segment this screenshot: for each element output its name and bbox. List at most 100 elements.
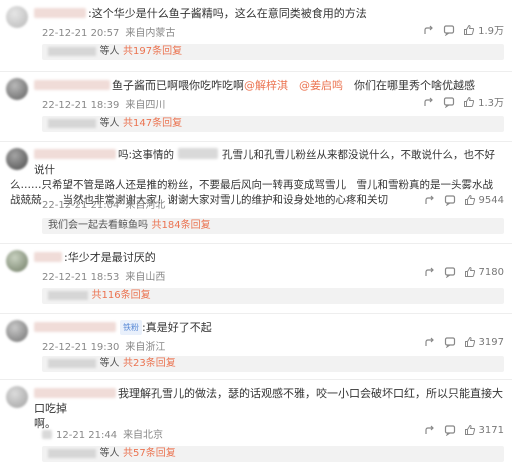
comment-line: 我理解孔雪儿的做法，瑟的话观感不雅，咬一小口会破坏口红，所以只能直接大口吃掉 [34, 387, 503, 415]
reply-label: 等人 [99, 46, 120, 57]
like-button[interactable]: 1.3万 [463, 94, 504, 109]
thumbs-up-icon [464, 24, 475, 35]
mention-link[interactable]: @解梓淇 [244, 79, 288, 92]
comment-icon[interactable] [443, 96, 455, 108]
thumbs-up-icon [464, 336, 475, 347]
comment-actions: 1.9万 [423, 22, 504, 37]
username-redacted[interactable] [34, 388, 116, 398]
like-button[interactable]: 1.9万 [463, 22, 504, 37]
reply-summary[interactable]: 等人 共197条回复 [42, 44, 504, 60]
thumbs-up-icon [464, 424, 475, 435]
reply-summary[interactable]: 我们会一起去看鲸鱼吗 共184条回复 [42, 218, 504, 234]
reply-users-redacted [48, 359, 96, 368]
comment-meta: 22-12-21 19:30 来自浙江 [42, 338, 171, 353]
comment-location: 来自山西 [125, 272, 166, 283]
comment-item: 铁粉:真是好了不起 22-12-21 19:30 来自浙江 3197 等人 共23… [0, 314, 512, 380]
comment-time: 22-12-21 21:04 [42, 200, 120, 211]
comment-time: 22-12-21 20:57 [42, 28, 120, 39]
share-icon[interactable] [423, 96, 435, 108]
like-button[interactable]: 3171 [464, 424, 504, 436]
comment-text: 鱼子酱而已啊喂你吃咋吃啊 [112, 79, 244, 92]
comment-icon[interactable] [444, 424, 456, 436]
comment-text: :这个华少是什么鱼子酱精吗，这么在意同类被食用的方法 [88, 7, 367, 20]
comment-meta: 22-12-21 20:57 来自内蒙古 [42, 24, 181, 39]
comment-location: 来自四川 [125, 100, 166, 111]
thumbs-up-icon [464, 194, 475, 205]
like-count: 3171 [478, 424, 504, 436]
comment-time: 12-21 21:44 [56, 430, 118, 441]
comment-time: 22-12-21 18:53 [42, 272, 120, 283]
comment-line: 么……只希望不管是路人还是推的粉丝，不要最后风向一转再变成骂雪儿 雪儿和雪粉真的… [10, 179, 493, 191]
username-redacted[interactable] [34, 80, 110, 90]
comment-actions: 9544 [424, 194, 504, 206]
like-count: 3197 [478, 336, 504, 348]
redacted-text [178, 148, 219, 159]
reply-count-link[interactable]: 共116条回复 [92, 290, 151, 301]
comment-line: 吗:这事情的 孔雪儿和孔雪儿粉丝从来都没说什么，不敢说什么，也不好说什 [34, 148, 496, 176]
reply-count-link[interactable]: 共57条回复 [123, 448, 176, 459]
reply-count-link[interactable]: 共184条回复 [152, 220, 211, 231]
comment-item: 鱼子酱而已啊喂你吃咋吃啊@解梓淇 @姜启鸣 你们在哪里秀个啥优越感 22-12-… [0, 72, 512, 142]
comment-actions: 7180 [424, 266, 504, 278]
mention-link[interactable]: @姜启鸣 [299, 79, 343, 92]
comment-meta: 22-12-21 21:04 来自河北 [42, 196, 171, 211]
reply-label: 等人 [99, 118, 120, 129]
comment-icon[interactable] [444, 266, 456, 278]
comment-location: 来自北京 [123, 430, 164, 441]
comment-text: :真是好了不起 [142, 321, 212, 334]
reply-count-link[interactable]: 共147条回复 [123, 118, 182, 129]
comment-item: 我理解孔雪儿的做法，瑟的话观感不雅，咬一小口会破坏口红，所以只能直接大口吃掉 啊… [0, 380, 512, 471]
comment-actions: 3171 [424, 424, 504, 436]
thumbs-up-icon [464, 266, 475, 277]
avatar[interactable] [6, 320, 28, 342]
like-button[interactable]: 7180 [464, 266, 504, 278]
like-count: 9544 [478, 194, 504, 206]
reply-label: 等人 [99, 448, 120, 459]
like-button[interactable]: 9544 [464, 194, 504, 206]
comment-icon[interactable] [444, 194, 456, 206]
comment-actions: 3197 [424, 336, 504, 348]
reply-summary[interactable]: 共116条回复 [42, 288, 504, 304]
reply-summary[interactable]: 等人 共23条回复 [42, 356, 504, 372]
reply-users-redacted [48, 119, 96, 128]
comment-meta: 12-21 21:44 来自北京 [42, 426, 169, 441]
reply-count-link[interactable]: 共197条回复 [123, 46, 182, 57]
comment-text: :华少才是最讨厌的 [64, 251, 156, 264]
username-redacted[interactable] [34, 252, 62, 262]
like-button[interactable]: 3197 [464, 336, 504, 348]
reply-users-redacted [48, 291, 88, 300]
avatar[interactable] [6, 250, 28, 272]
comment-actions: 1.3万 [423, 94, 504, 109]
comment-icon[interactable] [444, 336, 456, 348]
share-icon[interactable] [424, 194, 436, 206]
comment-text-tail: 你们在哪里秀个啥优越感 [354, 79, 475, 92]
comment-meta: 22-12-21 18:53 来自山西 [42, 268, 171, 283]
share-icon[interactable] [423, 24, 435, 36]
reply-summary[interactable]: 等人 共147条回复 [42, 116, 504, 132]
username-redacted[interactable] [34, 322, 116, 332]
redacted-text [42, 430, 52, 439]
reply-label: 等人 [99, 358, 120, 369]
reply-banner: 我们会一起去看鲸鱼吗 [48, 220, 148, 231]
reply-count-link[interactable]: 共23条回复 [123, 358, 176, 369]
comment-time: 22-12-21 19:30 [42, 342, 120, 353]
comment-item: :华少才是最讨厌的 22-12-21 18:53 来自山西 7180 共116条回… [0, 244, 512, 314]
avatar[interactable] [6, 6, 28, 28]
share-icon[interactable] [424, 424, 436, 436]
avatar[interactable] [6, 78, 28, 100]
comment-location: 来自河北 [125, 200, 166, 211]
fan-badge: 铁粉 [120, 320, 142, 335]
share-icon[interactable] [424, 266, 436, 278]
username-redacted[interactable] [34, 149, 116, 159]
thumbs-up-icon [464, 96, 475, 107]
share-icon[interactable] [424, 336, 436, 348]
avatar[interactable] [6, 148, 28, 170]
comment-time: 22-12-21 18:39 [42, 100, 120, 111]
like-count: 1.3万 [478, 98, 504, 109]
comment-icon[interactable] [443, 24, 455, 36]
reply-summary[interactable]: 等人 共57条回复 [42, 446, 504, 462]
like-count: 7180 [478, 266, 504, 278]
avatar[interactable] [6, 386, 28, 408]
comment-meta: 22-12-21 18:39 来自四川 [42, 96, 171, 111]
username-redacted[interactable] [34, 8, 86, 18]
